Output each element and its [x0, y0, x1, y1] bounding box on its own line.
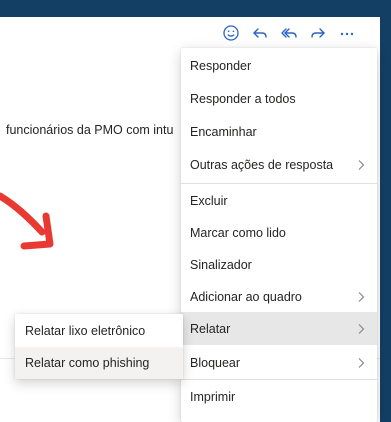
menu-item-label: Adicionar ao quadro	[190, 289, 302, 304]
menu-item-add-to-board[interactable]: Adicionar ao quadro	[181, 280, 377, 313]
menu-item-report[interactable]: Relatar	[181, 312, 377, 345]
chevron-right-icon	[355, 291, 367, 303]
submenu-item-label: Relatar lixo eletrônico	[25, 324, 146, 338]
chevron-right-icon	[355, 159, 367, 171]
more-icon	[340, 32, 353, 36]
annotation-arrow-icon	[0, 192, 54, 250]
forward-button[interactable]	[303, 20, 332, 46]
menu-item-mark-read[interactable]: Marcar como lido	[181, 216, 377, 249]
menu-item-label: Responder	[190, 58, 252, 73]
reply-icon	[252, 28, 267, 38]
report-submenu: Relatar lixo eletrônico Relatar como phi…	[15, 314, 183, 379]
menu-item-label: Responder a todos	[190, 91, 296, 106]
menu-item-label: Sinalizador	[190, 257, 252, 272]
chevron-right-icon	[355, 323, 367, 335]
menu-item-label: Imprimir	[190, 389, 236, 404]
menu-item-delete[interactable]: Excluir	[181, 184, 377, 217]
menu-item-block[interactable]: Bloquear	[181, 346, 377, 379]
menu-item-forward[interactable]: Encaminhar	[181, 115, 377, 148]
menu-item-label: Encaminhar	[190, 124, 257, 139]
menu-item-other-reply-actions[interactable]: Outras ações de resposta	[181, 148, 377, 181]
smiley-button[interactable]	[216, 20, 245, 46]
menu-item-label: Relatar	[190, 321, 231, 336]
message-context-menu: Responder Responder a todos Encaminhar O…	[181, 48, 377, 422]
message-toolbar	[216, 20, 361, 46]
forward-icon	[310, 28, 325, 38]
menu-item-reply[interactable]: Responder	[181, 49, 377, 82]
menu-item-label: Marcar como lido	[190, 225, 286, 240]
menu-item-label: Bloquear	[190, 355, 241, 370]
smiley-icon	[222, 25, 239, 41]
reply-all-icon	[280, 28, 297, 38]
submenu-item-label: Relatar como phishing	[25, 356, 150, 370]
menu-item-reply-all[interactable]: Responder a todos	[181, 82, 377, 115]
message-preview-text: funcionários da PMO com intu	[6, 123, 174, 137]
menu-item-flag[interactable]: Sinalizador	[181, 248, 377, 281]
more-actions-button[interactable]	[332, 20, 361, 46]
menu-item-label: Excluir	[190, 193, 228, 208]
reply-button[interactable]	[245, 20, 274, 46]
menu-item-print[interactable]: Imprimir	[181, 380, 377, 413]
menu-item-label: Outras ações de resposta	[190, 157, 334, 172]
submenu-item-report-phishing[interactable]: Relatar como phishing	[15, 347, 183, 379]
submenu-item-report-junk[interactable]: Relatar lixo eletrônico	[15, 315, 183, 347]
chevron-right-icon	[355, 357, 367, 369]
reply-all-button[interactable]	[274, 20, 303, 46]
